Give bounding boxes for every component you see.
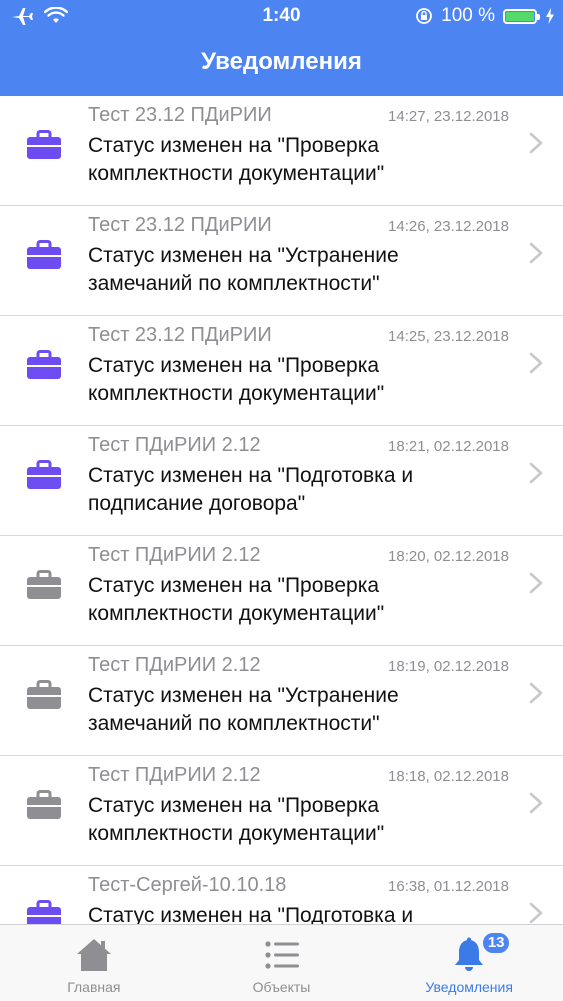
chevron-right-icon <box>529 462 543 484</box>
home-icon <box>76 939 111 971</box>
battery-percentage: 100 % <box>441 5 495 26</box>
tab-bar: Главная Объекты 13 Уведомления <box>0 924 563 1001</box>
notification-message: Статус изменен на "Проверка комплектност… <box>88 134 385 185</box>
notification-time: 16:38, 01.12.2018 <box>388 878 509 895</box>
notification-project: Тест ПДиРИИ 2.12 <box>88 434 261 456</box>
notification-message: Статус изменен на "Подготовка и подписан… <box>88 464 414 515</box>
chevron-right-icon <box>529 682 543 704</box>
notification-message: Статус изменен на "Подготовка и <box>88 904 414 924</box>
status-bar-right: 100 % <box>415 5 563 27</box>
orientation-lock-icon <box>416 8 433 24</box>
battery-icon <box>503 8 540 24</box>
wifi-icon <box>44 7 68 23</box>
notification-project: Тест 23.12 ПДиРИИ <box>88 324 272 346</box>
charging-icon <box>546 8 554 24</box>
notification-row[interactable]: Тест 23.12 ПДиРИИ 14:25, 23.12.2018 Стат… <box>0 316 563 426</box>
chevron-right-icon <box>529 792 543 814</box>
chevron-right-icon <box>529 132 543 154</box>
notification-row[interactable]: Тест ПДиРИИ 2.12 18:21, 02.12.2018 Стату… <box>0 426 563 536</box>
notifications-badge: 13 <box>481 931 512 955</box>
notification-row[interactable]: Тест ПДиРИИ 2.12 18:19, 02.12.2018 Стату… <box>0 646 563 756</box>
notification-project: Тест ПДиРИИ 2.12 <box>88 764 261 786</box>
tab-home[interactable]: Главная <box>0 925 188 1001</box>
tab-home-label: Главная <box>67 979 121 995</box>
briefcase-icon <box>27 680 61 709</box>
notification-project: Тест 23.12 ПДиРИИ <box>88 214 272 236</box>
notification-row[interactable]: Тест-Сергей-10.10.18 16:38, 01.12.2018 С… <box>0 866 563 924</box>
chevron-right-icon <box>529 352 543 374</box>
briefcase-icon <box>27 350 61 379</box>
chevron-right-icon <box>529 902 543 924</box>
notification-time: 18:18, 02.12.2018 <box>388 768 509 785</box>
notification-message: Статус изменен на "Устранение замечаний … <box>88 684 399 735</box>
notification-message: Статус изменен на "Проверка комплектност… <box>88 574 385 625</box>
briefcase-icon <box>27 900 61 924</box>
notification-time: 14:26, 23.12.2018 <box>388 218 509 235</box>
notification-time: 14:25, 23.12.2018 <box>388 328 509 345</box>
notification-message: Статус изменен на "Устранение замечаний … <box>88 244 399 295</box>
chevron-right-icon <box>529 572 543 594</box>
notification-row[interactable]: Тест ПДиРИИ 2.12 18:20, 02.12.2018 Стату… <box>0 536 563 646</box>
notification-row[interactable]: Тест ПДиРИИ 2.12 18:18, 02.12.2018 Стату… <box>0 756 563 866</box>
briefcase-icon <box>27 570 61 599</box>
tab-notifications[interactable]: 13 Уведомления <box>375 925 563 1001</box>
notification-project: Тест ПДиРИИ 2.12 <box>88 544 261 566</box>
notification-project: Тест-Сергей-10.10.18 <box>88 874 287 896</box>
notification-message: Статус изменен на "Проверка комплектност… <box>88 794 385 845</box>
notification-row[interactable]: Тест 23.12 ПДиРИИ 14:26, 23.12.2018 Стат… <box>0 206 563 316</box>
status-bar-left <box>0 6 68 26</box>
airplane-icon <box>12 8 33 25</box>
notification-time: 14:27, 23.12.2018 <box>388 108 509 125</box>
app-header: 1:40 100 % Уведомления <box>0 0 563 96</box>
briefcase-icon <box>27 790 61 819</box>
status-bar: 1:40 100 % <box>0 0 563 32</box>
page-title: Уведомления <box>201 48 362 75</box>
tab-objects[interactable]: Объекты <box>188 925 376 1001</box>
tab-objects-label: Объекты <box>252 979 311 995</box>
notifications-list: Тест 23.12 ПДиРИИ 14:27, 23.12.2018 Стат… <box>0 96 563 924</box>
notification-row[interactable]: Тест 23.12 ПДиРИИ 14:27, 23.12.2018 Стат… <box>0 96 563 206</box>
list-icon <box>264 941 299 969</box>
notification-project: Тест ПДиРИИ 2.12 <box>88 654 261 676</box>
notification-time: 18:20, 02.12.2018 <box>388 548 509 565</box>
briefcase-icon <box>27 460 61 489</box>
briefcase-icon <box>27 130 61 159</box>
chevron-right-icon <box>529 242 543 264</box>
notification-message: Статус изменен на "Проверка комплектност… <box>88 354 385 405</box>
notification-time: 18:19, 02.12.2018 <box>388 658 509 675</box>
tab-notifications-label: Уведомления <box>425 979 513 995</box>
notification-project: Тест 23.12 ПДиРИИ <box>88 104 272 126</box>
briefcase-icon <box>27 240 61 269</box>
notification-time: 18:21, 02.12.2018 <box>388 438 509 455</box>
